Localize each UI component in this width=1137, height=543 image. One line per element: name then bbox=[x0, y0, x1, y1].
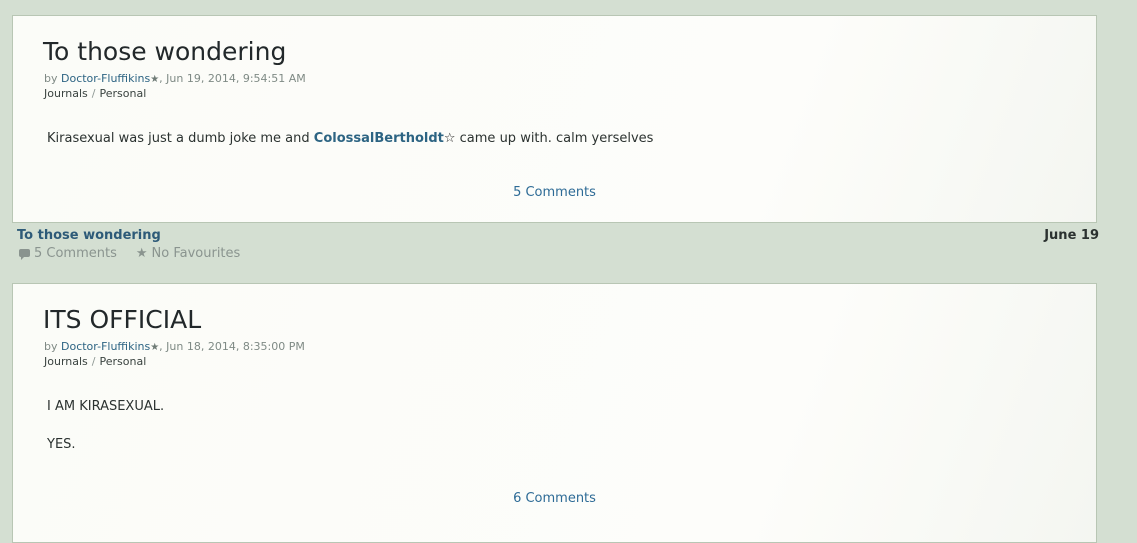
user-mention-link[interactable]: ColossalBertholdt bbox=[314, 131, 444, 146]
body-text-before: Kirasexual was just a dumb joke me and bbox=[47, 131, 310, 146]
post-date: , Jun 18, 2014, 8:35:00 PM bbox=[159, 340, 305, 353]
breadcrumb: Journals / Personal bbox=[44, 87, 146, 100]
post-byline: by Doctor-Fluffikins★, Jun 18, 2014, 8:3… bbox=[44, 340, 305, 353]
by-prefix: by bbox=[44, 72, 58, 85]
breadcrumb-separator: / bbox=[91, 355, 96, 368]
outline-star-icon: ☆ bbox=[443, 131, 456, 146]
comments-link-label[interactable]: 6 Comments bbox=[513, 491, 596, 506]
body-text-after: came up with. calm yerselves bbox=[459, 131, 654, 146]
summary-date: June 19 bbox=[1044, 228, 1099, 243]
star-icon: ★ bbox=[135, 246, 148, 261]
breadcrumb: Journals / Personal bbox=[44, 355, 146, 368]
favourites-count[interactable]: No Favourites bbox=[152, 246, 241, 261]
post-byline: by Doctor-Fluffikins★, Jun 19, 2014, 9:5… bbox=[44, 72, 306, 85]
post-date: , Jun 19, 2014, 9:54:51 AM bbox=[159, 72, 306, 85]
post-body: Kirasexual was just a dumb joke me and C… bbox=[47, 131, 653, 146]
summary-title-link[interactable]: To those wondering bbox=[17, 228, 161, 243]
post-summary-strip: To those wondering June 19 5 Comments ★ … bbox=[17, 228, 1099, 268]
breadcrumb-separator: / bbox=[91, 87, 96, 100]
comments-link[interactable]: 6 Comments bbox=[13, 491, 1096, 506]
comments-link[interactable]: 5 Comments bbox=[13, 185, 1096, 200]
journal-post-card: ITS OFFICIAL by Doctor-Fluffikins★, Jun … bbox=[12, 283, 1097, 543]
post-title[interactable]: ITS OFFICIAL bbox=[43, 305, 201, 334]
comments-count[interactable]: 5 Comments bbox=[34, 246, 117, 261]
breadcrumb-journals[interactable]: Journals bbox=[44, 355, 88, 368]
author-link[interactable]: Doctor-Fluffikins bbox=[61, 340, 150, 353]
breadcrumb-journals[interactable]: Journals bbox=[44, 87, 88, 100]
post-title[interactable]: To those wondering bbox=[43, 37, 286, 66]
breadcrumb-personal[interactable]: Personal bbox=[100, 87, 147, 100]
star-icon: ★ bbox=[150, 74, 160, 85]
star-icon: ★ bbox=[150, 342, 160, 353]
post-body-line: YES. bbox=[47, 437, 76, 452]
comments-stat[interactable]: 5 Comments bbox=[19, 246, 117, 261]
journal-post-card: To those wondering by Doctor-Fluffikins★… bbox=[12, 15, 1097, 223]
speech-bubble-icon bbox=[19, 248, 30, 260]
breadcrumb-personal[interactable]: Personal bbox=[100, 355, 147, 368]
by-prefix: by bbox=[44, 340, 58, 353]
post-body-line: I AM KIRASEXUAL. bbox=[47, 399, 165, 414]
author-link[interactable]: Doctor-Fluffikins bbox=[61, 72, 150, 85]
comments-link-label[interactable]: 5 Comments bbox=[513, 185, 596, 200]
favourites-stat[interactable]: ★ No Favourites bbox=[136, 246, 240, 261]
summary-stats: 5 Comments ★ No Favourites bbox=[19, 246, 259, 261]
